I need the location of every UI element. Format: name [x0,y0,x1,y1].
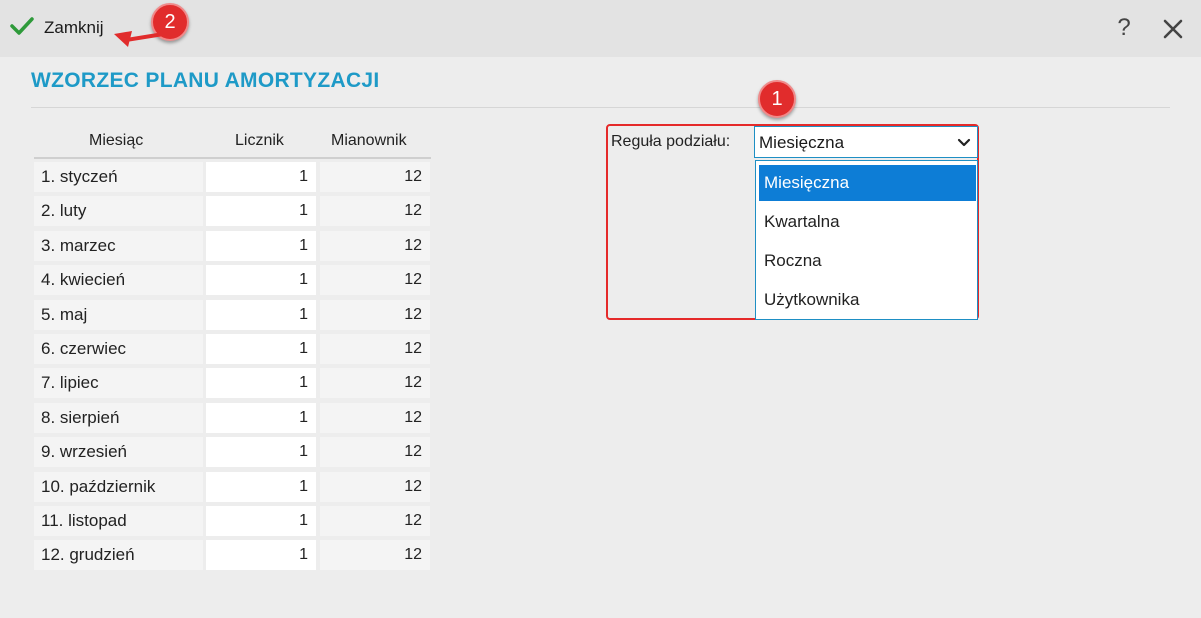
mianownik-cell: 12 [320,472,430,502]
header-divider [34,157,431,159]
title-divider [31,107,1170,108]
column-header-month: Miesiąc [89,132,144,149]
annotation-arrow [114,30,178,47]
table-row: 10. październik 1 12 [34,472,430,502]
chevron-down-icon [957,136,971,154]
annotation-badge-1: 1 [758,80,796,118]
month-cell: 10. październik [34,472,203,502]
mianownik-cell: 12 [320,403,430,433]
table-row: 8. sierpień 1 12 [34,403,430,433]
month-cell: 6. czerwiec [34,334,203,364]
licznik-cell[interactable]: 1 [206,162,316,192]
table-row: 5. maj 1 12 [34,300,430,330]
rule-label: Reguła podziału: [611,133,731,150]
licznik-cell[interactable]: 1 [206,506,316,536]
rule-option-monthly[interactable]: Miesięczna [759,165,976,201]
close-button[interactable]: Zamknij [10,14,104,42]
mianownik-cell: 12 [320,300,430,330]
mianownik-cell: 12 [320,368,430,398]
mianownik-cell: 12 [320,162,430,192]
close-window-button[interactable] [1158,14,1188,44]
rule-option-user[interactable]: Użytkownika [759,282,976,318]
month-cell: 5. maj [34,300,203,330]
column-header-licznik: Licznik [235,132,284,149]
rule-option-quarterly[interactable]: Kwartalna [759,204,976,240]
licznik-cell[interactable]: 1 [206,300,316,330]
rule-option-yearly[interactable]: Roczna [759,243,976,279]
table-row: 2. luty 1 12 [34,196,430,226]
checkmark-icon [10,16,34,41]
licznik-cell[interactable]: 1 [206,265,316,295]
month-cell: 3. marzec [34,231,203,261]
mianownik-cell: 12 [320,437,430,467]
rule-dropdown-list: Miesięczna Kwartalna Roczna Użytkownika [755,160,978,320]
table-row: 11. listopad 1 12 [34,506,430,536]
table-row: 6. czerwiec 1 12 [34,334,430,364]
month-cell: 11. listopad [34,506,203,536]
licznik-cell[interactable]: 1 [206,196,316,226]
mianownik-cell: 12 [320,196,430,226]
help-button[interactable]: ? [1110,12,1138,44]
mianownik-cell: 12 [320,231,430,261]
mianownik-cell: 12 [320,334,430,364]
table-row: 3. marzec 1 12 [34,231,430,261]
table-row: 7. lipiec 1 12 [34,368,430,398]
licznik-cell[interactable]: 1 [206,437,316,467]
month-cell: 4. kwiecień [34,265,203,295]
mianownik-cell: 12 [320,540,430,570]
table-row: 12. grudzień 1 12 [34,540,430,570]
month-cell: 1. styczeń [34,162,203,192]
licznik-cell[interactable]: 1 [206,334,316,364]
close-icon [1158,19,1188,48]
month-cell: 9. wrzesień [34,437,203,467]
month-cell: 2. luty [34,196,203,226]
licznik-cell[interactable]: 1 [206,368,316,398]
licznik-cell[interactable]: 1 [206,472,316,502]
table-row: 1. styczeń 1 12 [34,162,430,192]
table-row: 4. kwiecień 1 12 [34,265,430,295]
column-header-mianownik: Mianownik [331,132,407,149]
month-cell: 8. sierpień [34,403,203,433]
rule-select-value: Miesięczna [759,133,845,152]
page-title: WZORZEC PLANU AMORTYZACJI [31,69,380,92]
month-cell: 7. lipiec [34,368,203,398]
licznik-cell[interactable]: 1 [206,540,316,570]
mianownik-cell: 12 [320,506,430,536]
rule-select[interactable]: Miesięczna [754,126,978,158]
licznik-cell[interactable]: 1 [206,231,316,261]
mianownik-cell: 12 [320,265,430,295]
month-cell: 12. grudzień [34,540,203,570]
table-row: 9. wrzesień 1 12 [34,437,430,467]
close-button-label: Zamknij [44,18,104,37]
licznik-cell[interactable]: 1 [206,403,316,433]
